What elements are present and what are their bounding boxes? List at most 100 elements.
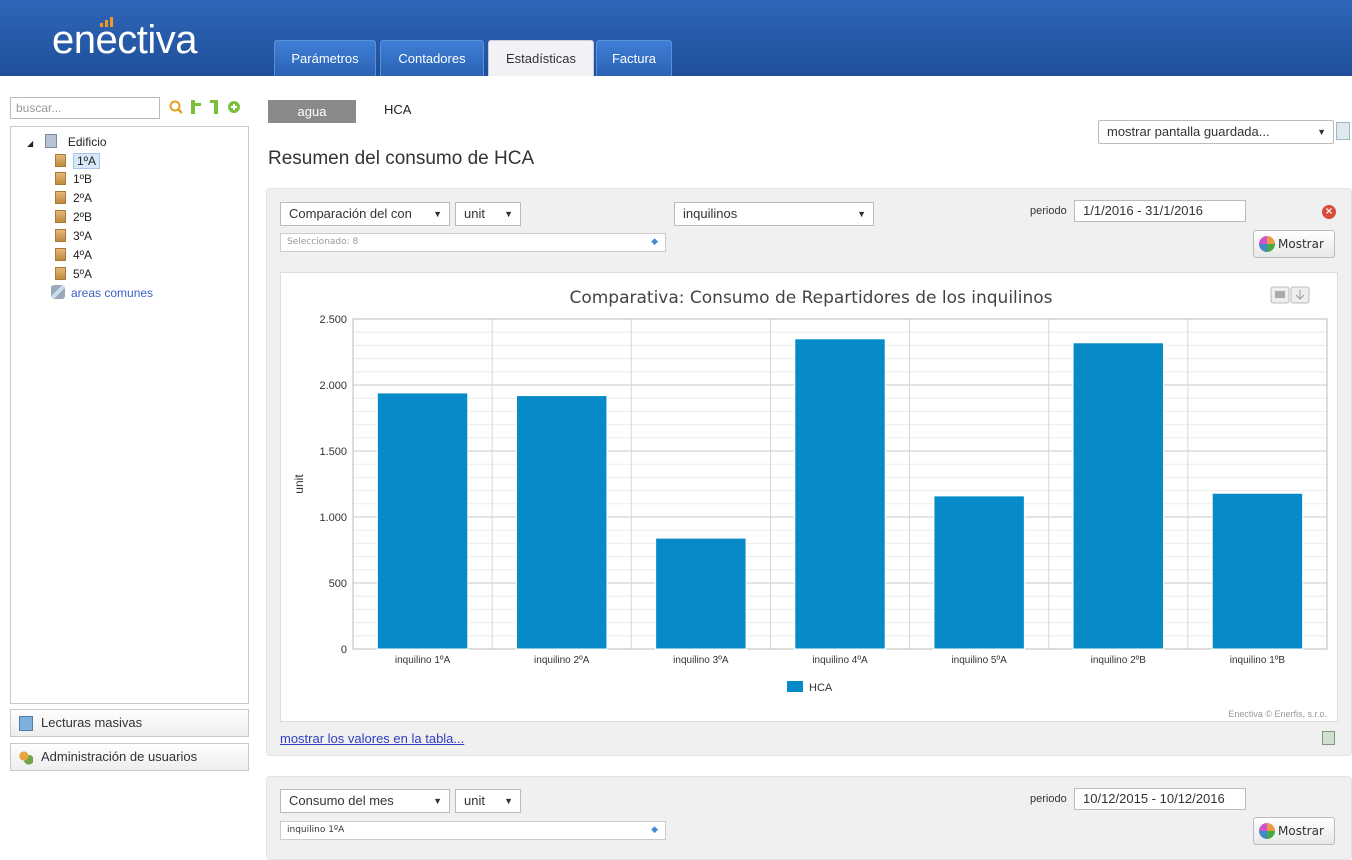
chart-credit: Enectiva © Enerfis, s.r.o. [1228,709,1327,719]
building-tree: ◢ Edificio 1ºA 1ºB 2ºA 2ºB 3ºA 4ºA 5ºA a… [10,126,249,704]
bar[interactable] [933,495,1025,650]
tab-estadisticas[interactable]: Estadísticas [488,40,594,76]
periodo-field-2[interactable]: 10/12/2015 - 10/12/2016 [1074,788,1246,810]
month-consumption-select[interactable]: Consumo del mes ▼ [280,789,450,813]
y-tick-label: 500 [329,578,347,590]
dropdown-arrow-icon: ▼ [504,796,513,806]
bar[interactable] [515,395,608,650]
collapse-triangle-icon[interactable]: ◢ [27,139,33,148]
x-axis-labels: inquilino 1ºA inquilino 2ºA inquilino 3ºA i… [395,655,1286,666]
show-button-2[interactable]: Mostrar [1253,817,1335,845]
add-circle-icon[interactable] [226,98,242,116]
tree-item-2a[interactable]: 2ºA [55,189,92,207]
page-title: Resumen del consumo de HCA [268,148,535,169]
bar[interactable] [376,392,469,650]
comparison-type-select[interactable]: Comparación del con ▼ [280,202,450,226]
building-icon [44,134,57,148]
x-tick-label: inquilino 2ºB [1091,655,1147,666]
show-button[interactable]: Mostrar [1253,230,1335,258]
y-axis-title: unit [292,474,306,494]
group-select[interactable]: inquilinos ▼ [674,202,874,226]
door-icon [55,248,66,261]
tab-contadores[interactable]: Contadores [380,40,484,76]
door-icon [55,267,66,280]
expand-tree-icon[interactable] [188,98,204,116]
wrench-icon [51,285,65,299]
user-admin-button[interactable]: Administración de usuarios [10,743,249,771]
y-tick-label: 1.000 [319,512,347,524]
dropdown-arrow-icon: ▼ [857,209,866,219]
tab-parametros[interactable]: Parámetros [274,40,376,76]
tree-item-2b[interactable]: 2ºB [55,208,92,226]
door-icon [55,172,66,185]
tree-item-3a[interactable]: 3ºA [55,227,92,245]
search-input[interactable]: buscar... [10,97,160,119]
unit-select-2[interactable]: unit ▼ [455,789,521,813]
bar[interactable] [1072,342,1165,650]
tab-factura[interactable]: Factura [596,40,672,76]
y-tick-label: 2.500 [319,314,347,326]
x-tick-label: inquilino 3ºA [673,655,729,666]
subtab-hca[interactable]: HCA [384,100,411,123]
saved-screen-select[interactable]: mostrar pantalla guardada... ▼ [1098,120,1334,144]
bar-chart: Comparativa: Consumo de Repartidores de … [292,286,1328,719]
print-icon[interactable] [1270,286,1290,304]
dropdown-arrow-icon: ▼ [1317,127,1326,137]
excel-export-icon[interactable] [1322,731,1335,745]
users-icon [19,750,33,765]
logo-bars-icon [100,17,114,27]
tree-root[interactable]: ◢ Edificio [27,133,107,151]
x-tick-label: inquilino 5ºA [951,655,1007,666]
tree-item-areas-comunes[interactable]: areas comunes [51,284,153,302]
tree-item-5a[interactable]: 5ºA [55,265,92,283]
bar[interactable] [794,338,886,650]
chart-container: Comparativa: Consumo de Repartidores de … [280,272,1338,722]
periodo-label-2: periodo [1030,793,1067,805]
bulk-readings-button[interactable]: Lecturas masivas [10,709,249,737]
tree-item-1b[interactable]: 1ºB [55,170,92,188]
periodo-field[interactable]: 1/1/2016 - 31/1/2016 [1074,200,1246,222]
y-tick-label: 0 [341,644,347,656]
periodo-label: periodo [1030,205,1067,217]
document-icon [19,716,33,731]
bar[interactable] [1211,492,1304,650]
pie-icon [1259,823,1275,839]
selection-multiselect[interactable]: Seleccionado: 8 ◆ [280,233,666,252]
enectiva-logo: enectiva [52,18,197,62]
x-tick-label: inquilino 2ºA [534,655,590,666]
dropdown-arrow-icon: ▼ [433,796,442,806]
search-icon[interactable] [168,98,184,116]
x-tick-label: inquilino 1ºB [1230,655,1286,666]
collapse-tree-icon[interactable] [208,98,224,116]
bar[interactable] [655,537,747,650]
door-icon [55,229,66,242]
door-icon [55,154,66,167]
dropdown-arrow-icon: ▼ [433,209,442,219]
x-tick-label: inquilino 4ºA [812,655,868,666]
unit-select[interactable]: unit ▼ [455,202,521,226]
legend[interactable]: HCA [787,681,833,694]
tree-item-1a[interactable]: 1ºA [55,152,101,170]
legend-swatch [787,681,803,692]
close-icon[interactable]: × [1322,205,1336,219]
spinner-arrows-icon: ◆ [651,237,658,247]
spinner-arrows-icon: ◆ [651,825,658,835]
y-tick-label: 1.500 [319,446,347,458]
tree-root-label: Edificio [67,135,107,149]
chart-title: Comparativa: Consumo de Repartidores de … [569,288,1052,308]
app-header: enectiva Parámetros Contadores Estadísti… [0,0,1352,76]
save-icon[interactable] [1336,122,1350,140]
subtab-agua[interactable]: agua [268,100,356,123]
tenant-select[interactable]: inquilino 1ºA ◆ [280,821,666,840]
download-icon[interactable] [1290,286,1310,304]
dropdown-arrow-icon: ▼ [504,209,513,219]
y-axis-labels: 0 500 1.000 1.500 2.000 2.500 [319,314,347,656]
y-tick-label: 2.000 [319,380,347,392]
pie-icon [1259,236,1275,252]
x-tick-label: inquilino 1ºA [395,655,451,666]
door-icon [55,210,66,223]
legend-label: HCA [809,682,833,694]
tree-item-4a[interactable]: 4ºA [55,246,92,264]
door-icon [55,191,66,204]
show-table-link[interactable]: mostrar los valores en la tabla... [280,731,464,746]
